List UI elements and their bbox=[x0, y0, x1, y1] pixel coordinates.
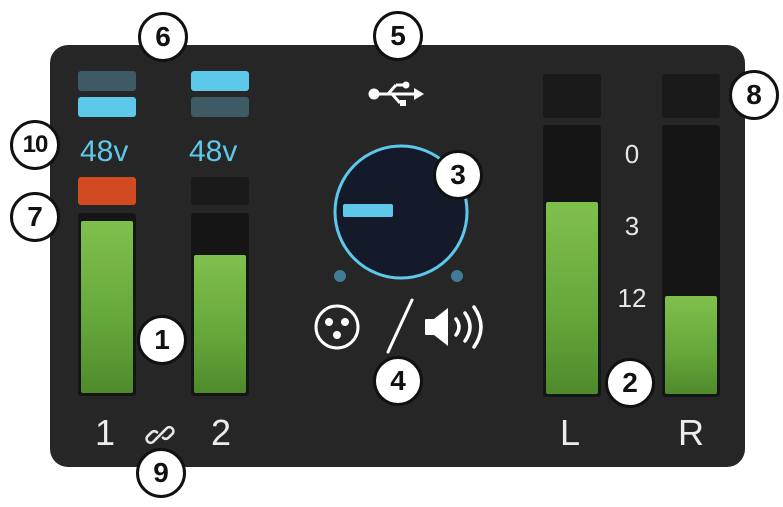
output-l-clip-indicator bbox=[543, 74, 601, 118]
output-l-label: L bbox=[559, 412, 581, 453]
callout-6: 6 bbox=[138, 12, 188, 62]
input2-phantom-label: 48v bbox=[189, 135, 238, 168]
scale-label-0: 0 bbox=[624, 139, 640, 169]
link-icon[interactable] bbox=[145, 420, 175, 450]
output-r-meter bbox=[662, 125, 720, 397]
output-r-meter-fill bbox=[665, 296, 717, 394]
knob-indicator bbox=[343, 204, 393, 217]
input1-phantom-label: 48v bbox=[80, 135, 129, 168]
input2-clip-indicator bbox=[191, 177, 249, 205]
callout-2: 2 bbox=[605, 358, 655, 408]
input2-phantom-led-top[interactable] bbox=[191, 71, 249, 91]
callout-4: 4 bbox=[373, 356, 423, 406]
output-l-meter bbox=[543, 125, 601, 397]
usb-icon bbox=[368, 81, 428, 107]
callout-5: 5 bbox=[373, 11, 423, 61]
callout-7: 7 bbox=[10, 192, 60, 242]
input1-label: 1 bbox=[94, 412, 116, 453]
input2-phantom-led-bottom[interactable] bbox=[191, 97, 249, 117]
input1-clip-indicator bbox=[78, 177, 136, 205]
speaker-icon[interactable] bbox=[422, 303, 498, 351]
input2-meter bbox=[191, 213, 249, 396]
input1-phantom-led-bottom[interactable] bbox=[78, 97, 136, 117]
callout-9: 9 bbox=[136, 448, 186, 498]
input2-meter-fill bbox=[194, 255, 246, 393]
output-l-meter-fill bbox=[546, 202, 598, 394]
input1-meter-fill bbox=[81, 221, 133, 393]
callout-10: 10 bbox=[10, 120, 60, 170]
input1-meter bbox=[78, 213, 136, 396]
output-r-clip-indicator bbox=[662, 74, 720, 118]
callout-3: 3 bbox=[433, 150, 483, 200]
output-r-label: R bbox=[678, 412, 704, 453]
scale-label-12: 12 bbox=[617, 283, 647, 313]
knob-min-dot bbox=[334, 270, 346, 282]
callout-1: 1 bbox=[137, 315, 187, 365]
xlr-connector-icon[interactable] bbox=[312, 302, 362, 352]
input1-phantom-led-top[interactable] bbox=[78, 71, 136, 91]
input2-label: 2 bbox=[210, 412, 232, 453]
callout-8: 8 bbox=[729, 70, 779, 120]
scale-label-3: 3 bbox=[624, 211, 640, 241]
source-separator bbox=[385, 297, 415, 355]
knob-max-dot bbox=[451, 270, 463, 282]
